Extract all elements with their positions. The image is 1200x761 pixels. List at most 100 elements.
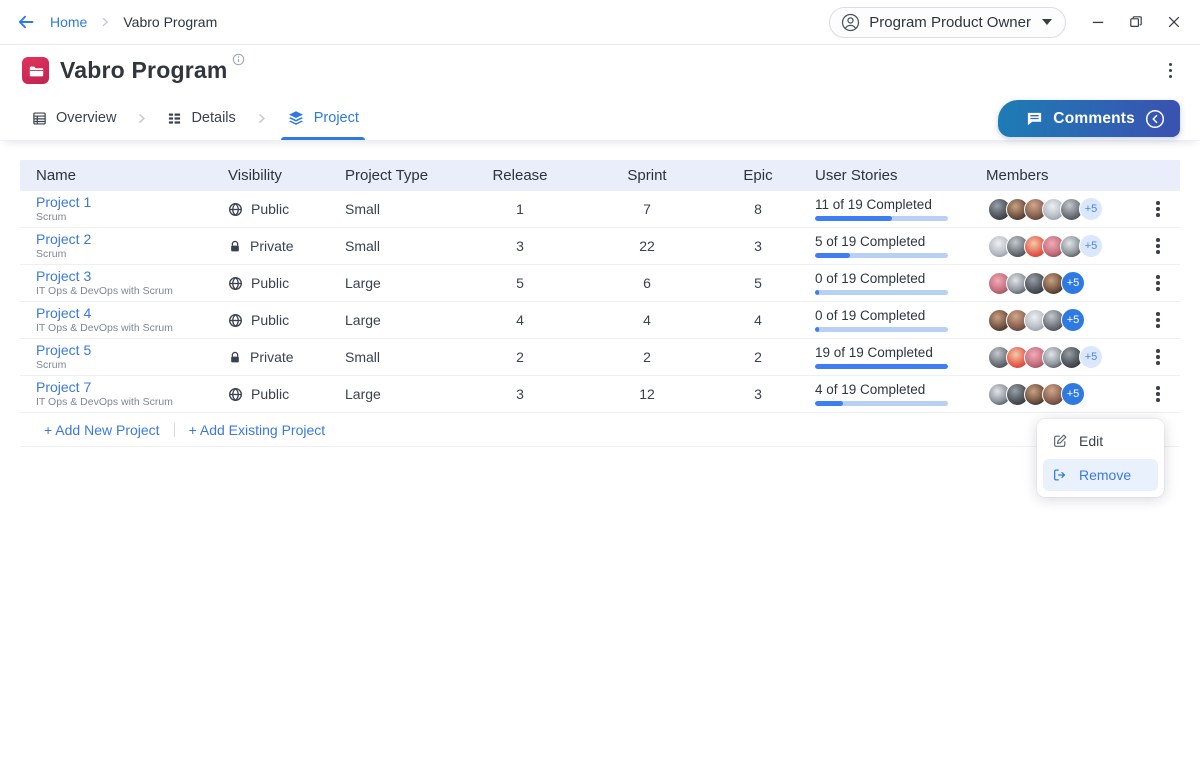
project-type-cell: Large [345, 312, 472, 328]
comment-icon [1026, 110, 1043, 127]
globe-icon [228, 202, 243, 217]
menu-item-edit[interactable]: Edit [1043, 425, 1158, 457]
menu-item-remove-label: Remove [1079, 467, 1131, 483]
add-new-project-button[interactable]: + Add New Project [44, 422, 160, 438]
sprint-count: 7 [568, 201, 726, 217]
tab-overview[interactable]: Overview [32, 96, 116, 140]
lock-icon [228, 350, 242, 365]
tab-details-label: Details [191, 110, 235, 126]
footer-divider [174, 423, 175, 437]
visibility-label: Private [250, 349, 294, 365]
project-type-cell: Large [345, 386, 472, 402]
user-role-label: Program Product Owner [869, 14, 1031, 31]
comments-button[interactable]: Comments [998, 100, 1180, 137]
visibility-label: Public [251, 386, 289, 402]
stories-progress-label: 0 of 19 Completed [815, 308, 986, 323]
row-more-menu[interactable] [1150, 195, 1166, 224]
project-name-link[interactable]: Project 1 [36, 195, 91, 210]
row-more-menu[interactable] [1150, 232, 1166, 261]
col-header-name: Name [20, 167, 228, 184]
row-more-menu[interactable] [1150, 343, 1166, 372]
epic-count: 5 [726, 275, 790, 291]
page-header: Vabro Program [0, 45, 1200, 96]
members-avatar-group: +5 [986, 345, 1136, 369]
project-name-link[interactable]: Project 4 [36, 306, 91, 321]
tab-project[interactable]: Project [287, 96, 359, 140]
stories-progress-bar [815, 327, 948, 332]
menu-item-edit-label: Edit [1079, 433, 1103, 449]
row-more-menu[interactable] [1150, 380, 1166, 409]
chevron-down-icon [1042, 19, 1052, 25]
table-row: Project 5ScrumPrivateSmall22219 of 19 Co… [20, 339, 1180, 376]
members-more-badge[interactable]: +5 [1061, 308, 1085, 332]
page-more-menu[interactable] [1163, 56, 1179, 85]
table-row: Project 7 IT Ops & DevOps with Scrum Publi… [20, 376, 1180, 413]
row-context-menu: Edit Remove [1037, 419, 1164, 497]
members-more-badge[interactable]: +5 [1061, 271, 1085, 295]
lock-icon [228, 239, 242, 254]
window-controls [1090, 14, 1182, 30]
stories-progress-label: 0 of 19 Completed [815, 271, 986, 286]
row-more-menu[interactable] [1150, 306, 1166, 335]
col-header-project-type: Project Type [345, 167, 472, 184]
epic-count: 4 [726, 312, 790, 328]
tab-details[interactable]: Details [167, 96, 235, 140]
restore-button[interactable] [1128, 14, 1144, 30]
overview-icon [32, 111, 47, 126]
col-header-release: Release [472, 167, 568, 184]
user-icon [841, 13, 860, 32]
sprint-count: 12 [568, 386, 726, 402]
globe-icon [228, 387, 243, 402]
back-arrow-icon[interactable] [16, 12, 36, 32]
project-name-link[interactable]: Project 7 [36, 380, 91, 395]
members-avatar-group: +5 [986, 271, 1136, 295]
table-row: Project 3 IT Ops & DevOps with Scrum Publi… [20, 265, 1180, 302]
program-icon [22, 57, 49, 84]
project-type-cell: Small [345, 201, 472, 217]
sprint-count: 22 [568, 238, 726, 254]
project-framework-label: IT Ops & DevOps with Scrum [36, 397, 228, 409]
tab-project-label: Project [314, 110, 359, 126]
minimize-button[interactable] [1090, 14, 1106, 30]
breadcrumb-home-link[interactable]: Home [50, 14, 87, 30]
breadcrumb-current: Vabro Program [123, 14, 217, 30]
comments-label: Comments [1053, 110, 1135, 128]
project-type-cell: Small [345, 349, 472, 365]
visibility-label: Public [251, 275, 289, 291]
release-count: 3 [472, 238, 568, 254]
members-more-badge[interactable]: +5 [1079, 234, 1103, 258]
epic-count: 3 [726, 386, 790, 402]
members-more-badge[interactable]: +5 [1061, 382, 1085, 406]
add-existing-project-button[interactable]: + Add Existing Project [189, 422, 326, 438]
stories-progress-bar [815, 401, 948, 406]
members-more-badge[interactable]: +5 [1079, 197, 1103, 221]
project-framework-label: Scrum [36, 249, 228, 261]
close-button[interactable] [1166, 14, 1182, 30]
row-more-menu[interactable] [1150, 269, 1166, 298]
project-framework-label: Scrum [36, 360, 228, 372]
sprint-count: 2 [568, 349, 726, 365]
col-header-sprint: Sprint [568, 167, 726, 184]
user-role-dropdown[interactable]: Program Product Owner [829, 7, 1066, 38]
layers-icon [287, 109, 305, 127]
project-framework-label: IT Ops & DevOps with Scrum [36, 286, 228, 298]
stories-progress-bar [815, 253, 948, 258]
project-type-cell: Large [345, 275, 472, 291]
sprint-count: 6 [568, 275, 726, 291]
epic-count: 2 [726, 349, 790, 365]
project-name-link[interactable]: Project 2 [36, 232, 91, 247]
project-type-cell: Small [345, 238, 472, 254]
sprint-count: 4 [568, 312, 726, 328]
collapse-chevron-icon[interactable] [1145, 109, 1165, 129]
members-more-badge[interactable]: +5 [1079, 345, 1103, 369]
table-footer: + Add New Project + Add Existing Project [20, 413, 1180, 447]
details-icon [167, 111, 182, 126]
project-name-link[interactable]: Project 3 [36, 269, 91, 284]
stories-progress-label: 4 of 19 Completed [815, 382, 986, 397]
stories-progress-label: 5 of 19 Completed [815, 234, 986, 249]
epic-count: 3 [726, 238, 790, 254]
menu-item-remove[interactable]: Remove [1043, 459, 1158, 491]
project-name-link[interactable]: Project 5 [36, 343, 91, 358]
table-body: Project 1ScrumPublicSmall17811 of 19 Com… [20, 191, 1180, 413]
info-icon[interactable] [232, 53, 245, 66]
